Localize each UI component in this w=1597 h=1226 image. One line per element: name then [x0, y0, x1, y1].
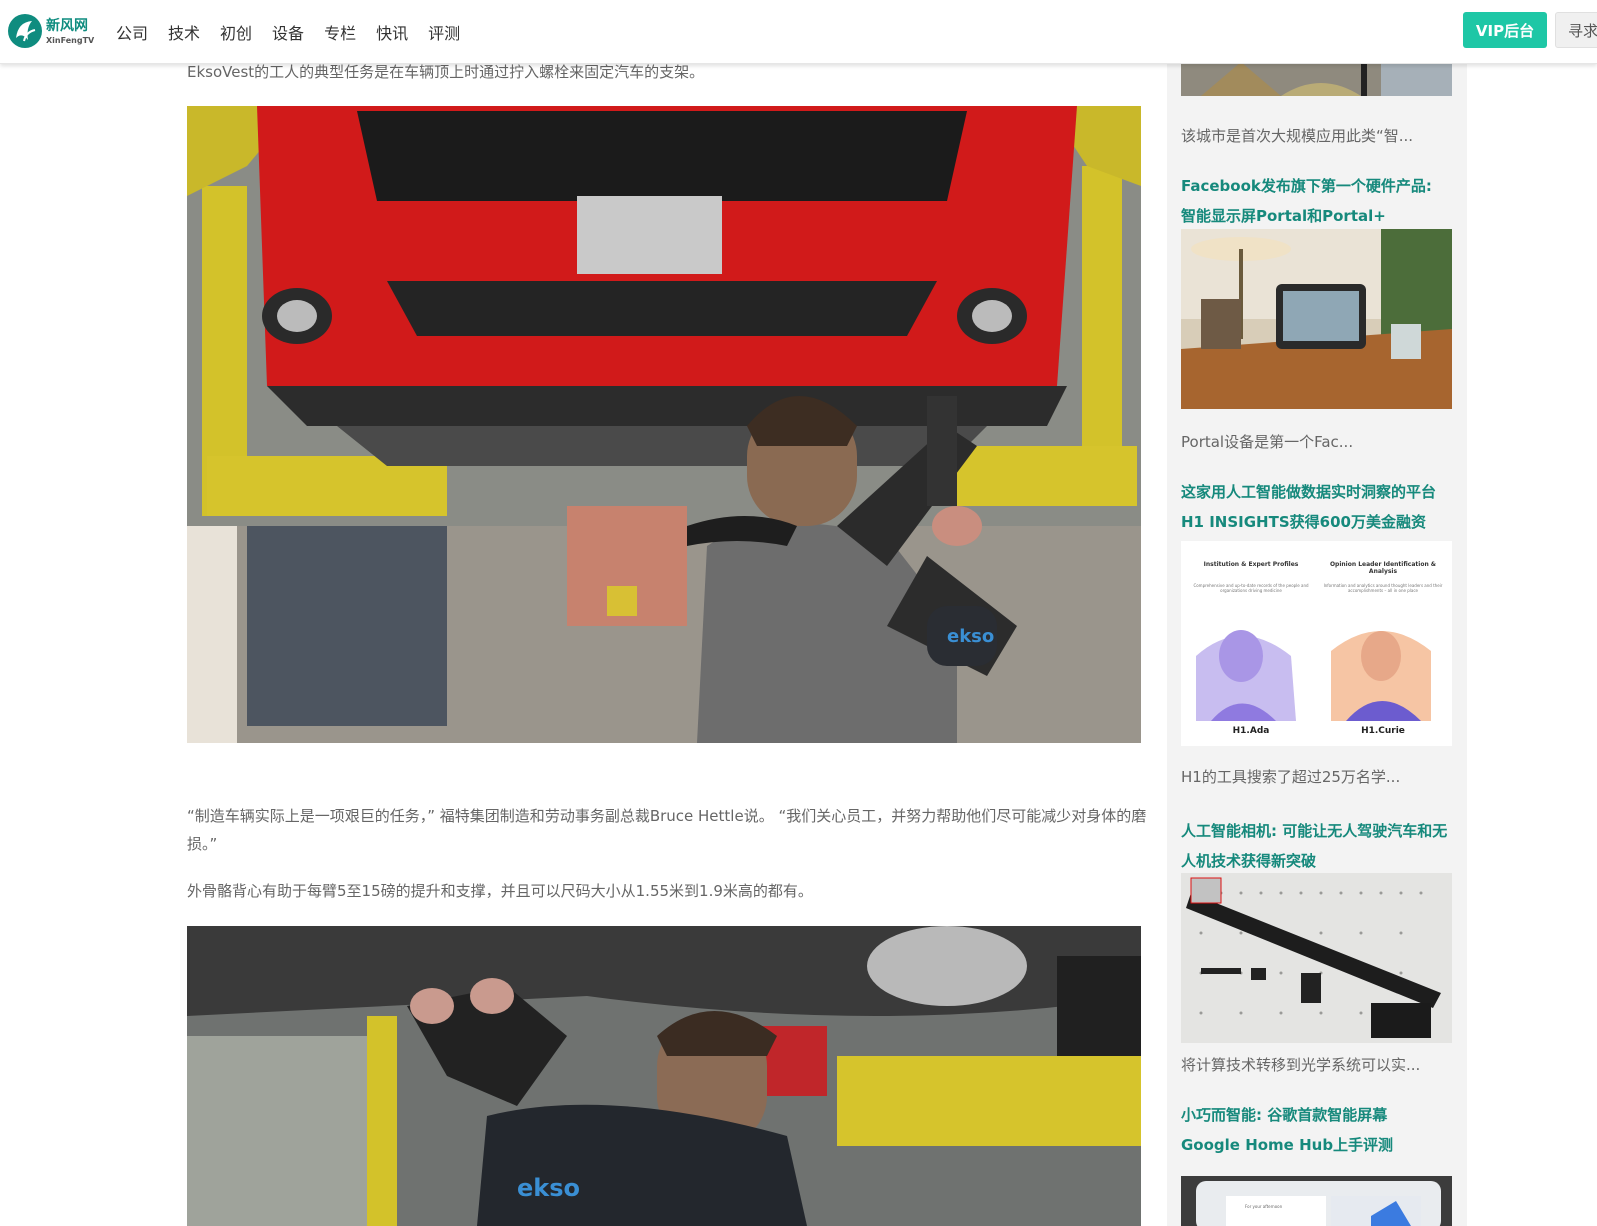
h1-left-caption: Comprehensive and up-to-date records of …	[1193, 583, 1309, 593]
hub-screen-text: For your afternoon	[1245, 1204, 1283, 1209]
logo-text-cn: 新风网	[46, 18, 88, 34]
nav-item-devices[interactable]: 设备	[272, 20, 304, 44]
nav-item-company[interactable]: 公司	[116, 20, 148, 44]
svg-text:ekso: ekso	[947, 626, 994, 647]
sidebar-item-2-image[interactable]: Institution & Expert Profiles Comprehens…	[1181, 541, 1452, 746]
sidebar-item-3-title[interactable]: 人工智能相机: 可能让无人驾驶汽车和无人机技术获得新突破	[1181, 816, 1451, 876]
nav-item-startup[interactable]: 初创	[220, 20, 252, 44]
svg-text:ekso: ekso	[517, 1174, 580, 1202]
h1-right-caption: Information and analytics around thought…	[1323, 583, 1443, 593]
nav-item-review[interactable]: 评测	[428, 20, 460, 44]
article-image-car-lift: ekso	[187, 106, 1141, 743]
sidebar-item-4-image[interactable]: For your afternoon	[1181, 1176, 1452, 1226]
sidebar: 该城市是首次大规模应用此类“智... Facebook发布旗下第一个硬件产品: …	[1167, 0, 1467, 1226]
nav-item-tech[interactable]: 技术	[168, 20, 200, 44]
sidebar-item-1-desc[interactable]: Portal设备是第一个Fac...	[1181, 431, 1451, 452]
sidebar-item-2-title[interactable]: 这家用人工智能做数据实时洞察的平台H1 INSIGHTS获得600万美金融资	[1181, 477, 1451, 537]
h1-ada-label: H1.Ada	[1232, 726, 1270, 736]
logo-text-en: XinFengTV	[46, 36, 95, 45]
sidebar-item-0-desc[interactable]: 该城市是首次大规模应用此类“智...	[1181, 125, 1451, 146]
article-paragraph-2: “制造车辆实际上是一项艰巨的任务，” 福特集团制造和劳动事务副总裁Bruce H…	[187, 807, 1147, 853]
site-logo[interactable]: 新风网 XinFengTV	[8, 12, 108, 52]
article-column: EksoVest的工人的典型任务是在车辆顶上时通过拧入螺栓来固定汽车的支架。 e…	[0, 0, 1160, 1226]
logo-mark-icon	[8, 14, 42, 48]
article-image-worker-under-car: ekso	[187, 926, 1141, 1226]
vip-admin-button[interactable]: VIP后台	[1463, 12, 1547, 48]
h1-right-title: Opinion Leader Identification & Analysis	[1329, 561, 1437, 575]
sidebar-item-4-title[interactable]: 小巧而智能: 谷歌首款智能屏幕 Google Home Hub上手评测	[1181, 1100, 1451, 1160]
sidebar-item-1-image[interactable]	[1181, 229, 1452, 409]
article-paragraph-3: 外骨骼背心有助于每臂5至15磅的提升和支撑，并且可以尺码大小从1.55米到1.9…	[187, 882, 813, 900]
h1-curie-label: H1.Curie	[1361, 726, 1405, 736]
h1-left-title: Institution & Expert Profiles	[1203, 561, 1299, 568]
sidebar-item-2-desc[interactable]: H1的工具搜索了超过25万名学...	[1181, 766, 1451, 787]
nav-item-news[interactable]: 快讯	[376, 20, 408, 44]
nav-item-column[interactable]: 专栏	[324, 20, 356, 44]
top-header: 新风网 XinFengTV 公司 技术 初创 设备 专栏 快讯 评测 VIP后台…	[0, 0, 1597, 64]
sidebar-item-3-image[interactable]	[1181, 873, 1452, 1043]
sidebar-item-1-title[interactable]: Facebook发布旗下第一个硬件产品: 智能显示屏Portal和Portal+	[1181, 171, 1451, 231]
seek-button[interactable]: 寻求	[1555, 12, 1597, 48]
main-nav: 公司 技术 初创 设备 专栏 快讯 评测	[106, 0, 470, 63]
sidebar-item-3-desc[interactable]: 将计算技术转移到光学系统可以实...	[1181, 1054, 1451, 1075]
